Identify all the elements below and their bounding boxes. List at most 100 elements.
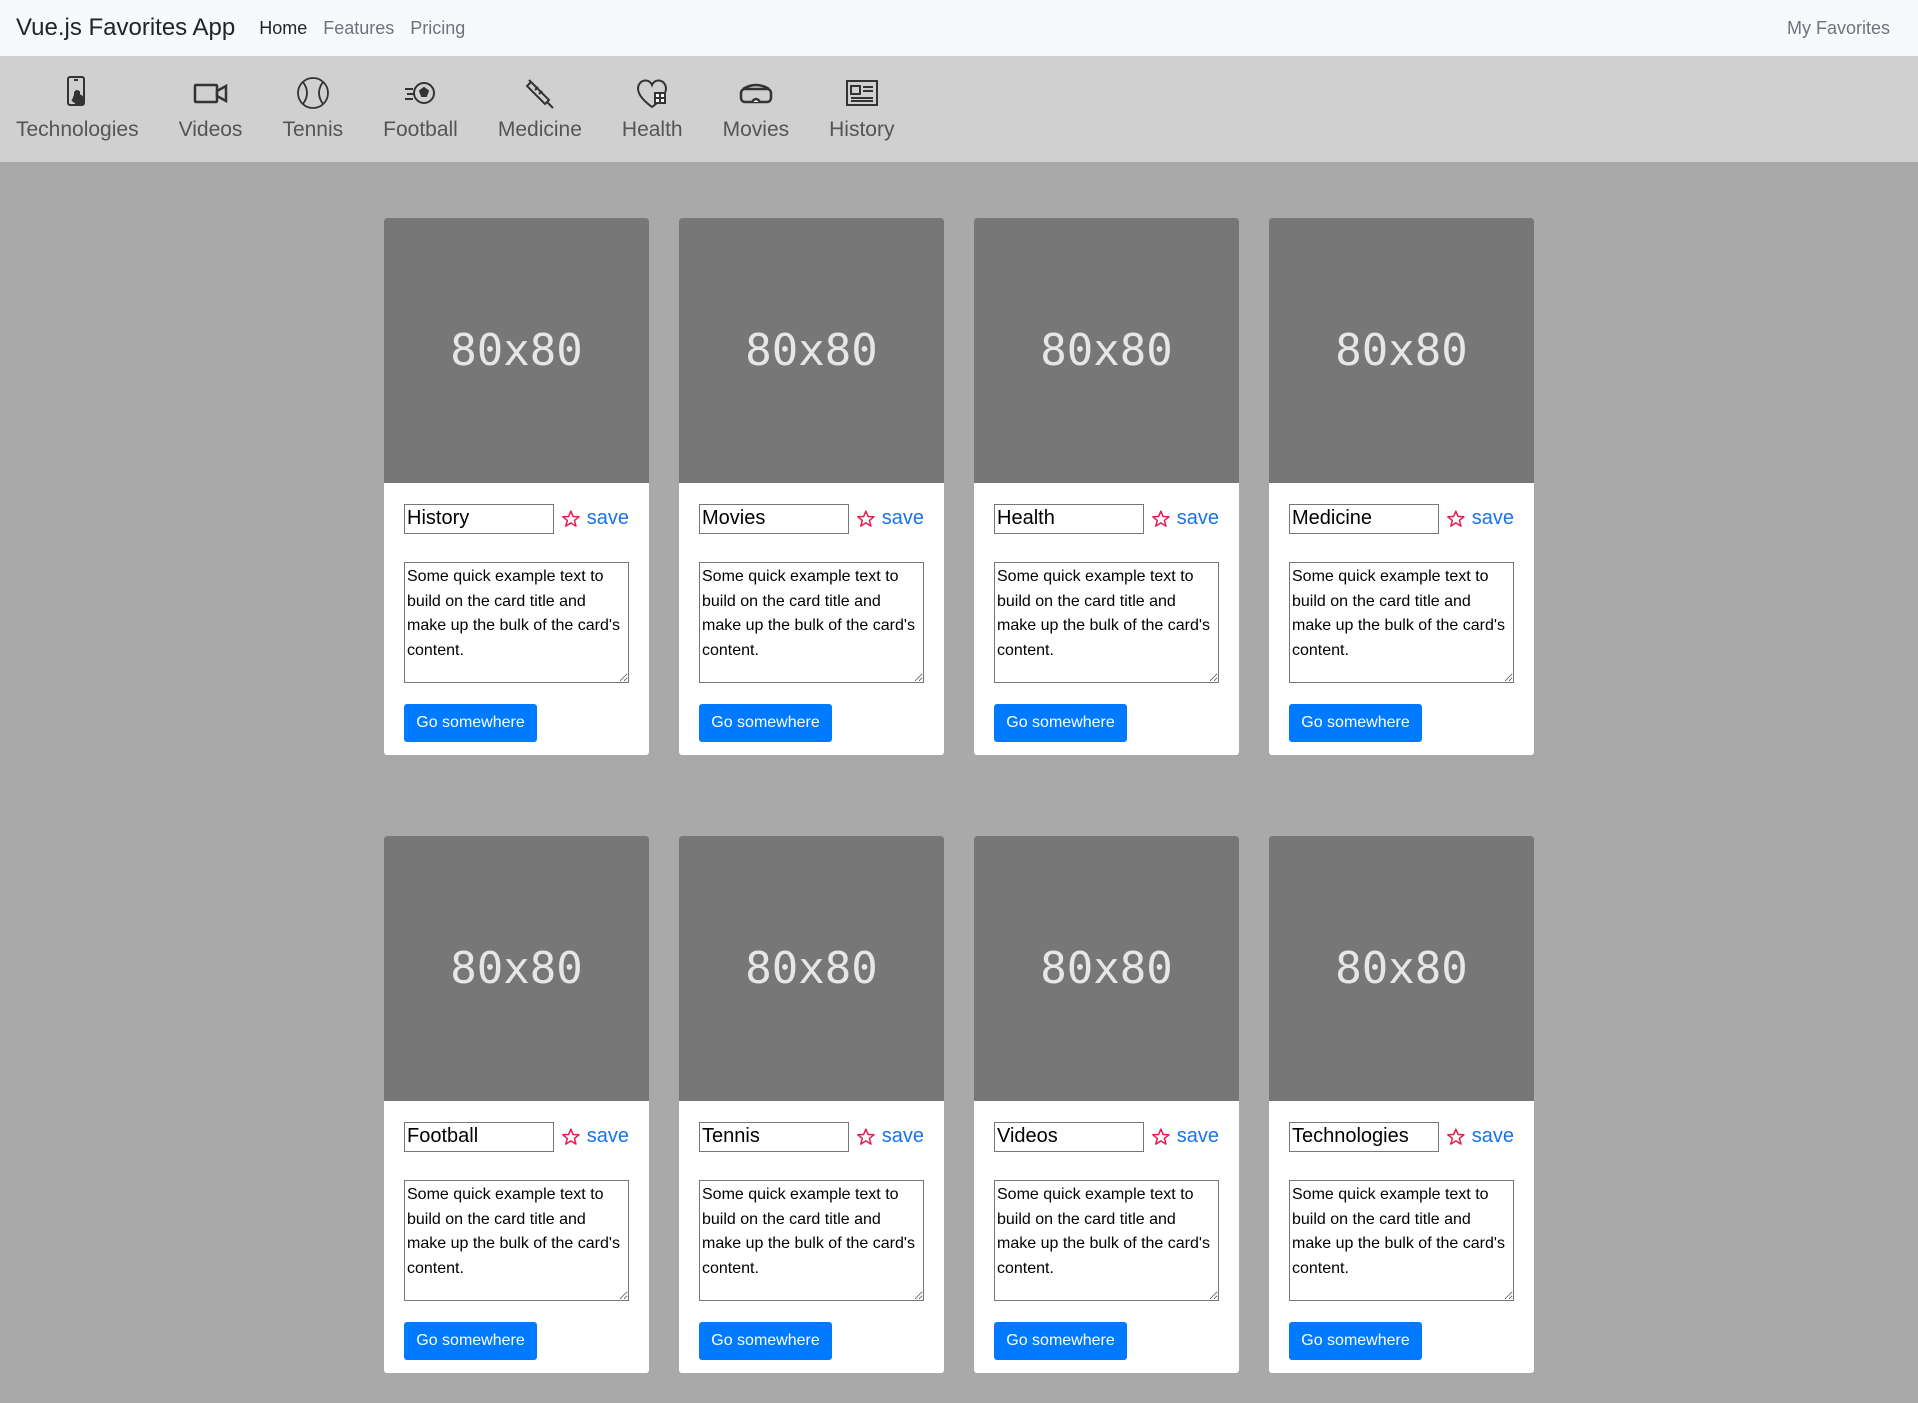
image-size-label: 80x80 (450, 325, 583, 376)
favorite-card: 80x80 save Some quick example text to bu… (1269, 836, 1534, 1373)
save-link[interactable]: save (1472, 1125, 1514, 1148)
card-image-placeholder: 80x80 (679, 218, 944, 483)
brand[interactable]: Vue.js Favorites App (16, 14, 235, 42)
go-somewhere-button[interactable]: Go somewhere (404, 1322, 537, 1360)
title-row: save (404, 1121, 629, 1152)
category-label: Medicine (497, 118, 582, 141)
card-text-area[interactable]: Some quick example text to build on the … (1289, 1180, 1514, 1301)
card-title-input[interactable] (699, 1121, 849, 1152)
card-title-input[interactable] (994, 503, 1144, 534)
star-icon[interactable] (1151, 507, 1171, 531)
go-somewhere-button[interactable]: Go somewhere (404, 704, 537, 742)
image-size-label: 80x80 (1335, 325, 1468, 376)
category-label: Football (383, 118, 458, 141)
save-link[interactable]: save (1472, 507, 1514, 530)
image-size-label: 80x80 (745, 943, 878, 994)
save-link[interactable]: save (1177, 507, 1219, 530)
category-bar: Technologies Videos Tennis Football Medi… (0, 56, 1918, 162)
tennis-ball-icon (296, 77, 329, 109)
card-title-input[interactable] (1289, 503, 1439, 534)
card-text-area[interactable]: Some quick example text to build on the … (699, 562, 924, 683)
go-somewhere-button[interactable]: Go somewhere (1289, 704, 1422, 742)
card-body: save Some quick example text to build on… (1269, 1101, 1534, 1373)
save-link[interactable]: save (882, 1125, 924, 1148)
title-row: save (1289, 1121, 1514, 1152)
nav-pricing[interactable]: Pricing (410, 18, 465, 39)
nav-features[interactable]: Features (323, 18, 394, 39)
card-body: save Some quick example text to build on… (1269, 483, 1534, 755)
card-text-area[interactable]: Some quick example text to build on the … (404, 562, 629, 683)
go-somewhere-button[interactable]: Go somewhere (994, 1322, 1127, 1360)
image-size-label: 80x80 (1335, 943, 1468, 994)
card-body: save Some quick example text to build on… (974, 483, 1239, 755)
card-image-placeholder: 80x80 (1269, 218, 1534, 483)
card-text-area[interactable]: Some quick example text to build on the … (994, 1180, 1219, 1301)
top-navbar: Vue.js Favorites App Home Features Prici… (0, 0, 1918, 56)
card-title-input[interactable] (404, 503, 554, 534)
category-movies[interactable]: Movies (722, 74, 790, 162)
card-text-area[interactable]: Some quick example text to build on the … (994, 562, 1219, 683)
card-image-placeholder: 80x80 (384, 218, 649, 483)
card-title-input[interactable] (699, 503, 849, 534)
go-somewhere-button[interactable]: Go somewhere (1289, 1322, 1422, 1360)
title-row: save (1289, 503, 1514, 534)
card-text-area[interactable]: Some quick example text to build on the … (404, 1180, 629, 1301)
image-size-label: 80x80 (1040, 325, 1173, 376)
card-title-input[interactable] (404, 1121, 554, 1152)
category-football[interactable]: Football (383, 74, 458, 162)
nav-my-favorites[interactable]: My Favorites (1787, 18, 1890, 39)
star-icon[interactable] (856, 1125, 876, 1149)
go-somewhere-button[interactable]: Go somewhere (699, 704, 832, 742)
go-somewhere-button[interactable]: Go somewhere (994, 704, 1127, 742)
star-icon[interactable] (1446, 507, 1466, 531)
star-icon[interactable] (561, 1125, 581, 1149)
category-technologies[interactable]: Technologies (16, 74, 139, 162)
go-somewhere-button[interactable]: Go somewhere (699, 1322, 832, 1360)
card-text-area[interactable]: Some quick example text to build on the … (699, 1180, 924, 1301)
save-link[interactable]: save (587, 1125, 629, 1148)
category-label: Videos (178, 118, 243, 141)
favorite-card: 80x80 save Some quick example text to bu… (974, 836, 1239, 1373)
category-health[interactable]: Health (622, 74, 683, 162)
category-label: Movies (722, 118, 790, 141)
card-title-input[interactable] (1289, 1121, 1439, 1152)
football-icon (404, 82, 435, 104)
save-link[interactable]: save (587, 507, 629, 530)
star-icon[interactable] (856, 507, 876, 531)
title-row: save (994, 1121, 1219, 1152)
newspaper-icon (845, 80, 878, 106)
card-image-placeholder: 80x80 (679, 836, 944, 1101)
star-icon[interactable] (1446, 1125, 1466, 1149)
save-link[interactable]: save (1177, 1125, 1219, 1148)
favorite-card: 80x80 save Some quick example text to bu… (1269, 218, 1534, 755)
favorite-card: 80x80 save Some quick example text to bu… (679, 218, 944, 755)
title-row: save (994, 503, 1219, 534)
favorite-card: 80x80 save Some quick example text to bu… (974, 218, 1239, 755)
category-history[interactable]: History (829, 74, 894, 162)
favorite-card: 80x80 save Some quick example text to bu… (679, 836, 944, 1373)
category-label: Tennis (282, 118, 344, 141)
star-icon[interactable] (1151, 1125, 1171, 1149)
page: Vue.js Favorites App Home Features Prici… (0, 0, 1918, 1403)
card-body: save Some quick example text to build on… (384, 483, 649, 755)
category-videos[interactable]: Videos (178, 74, 243, 162)
category-label: History (829, 118, 895, 141)
category-tennis[interactable]: Tennis (282, 74, 343, 162)
card-title-input[interactable] (994, 1121, 1144, 1152)
video-camera-icon (193, 83, 227, 104)
card-text-area[interactable]: Some quick example text to build on the … (1289, 562, 1514, 683)
star-icon[interactable] (561, 507, 581, 531)
card-image-placeholder: 80x80 (384, 836, 649, 1101)
card-image-placeholder: 80x80 (974, 218, 1239, 483)
save-link[interactable]: save (882, 507, 924, 530)
image-size-label: 80x80 (745, 325, 878, 376)
nav-home[interactable]: Home (259, 18, 307, 39)
card-body: save Some quick example text to build on… (384, 1101, 649, 1373)
category-medicine[interactable]: Medicine (498, 74, 582, 162)
card-image-placeholder: 80x80 (974, 836, 1239, 1101)
touch-phone-icon (67, 76, 86, 106)
title-row: save (404, 503, 629, 534)
favorite-card: 80x80 save Some quick example text to bu… (384, 836, 649, 1373)
card-body: save Some quick example text to build on… (679, 483, 944, 755)
card-grid: 80x80 save Some quick example text to bu… (384, 218, 1534, 1373)
